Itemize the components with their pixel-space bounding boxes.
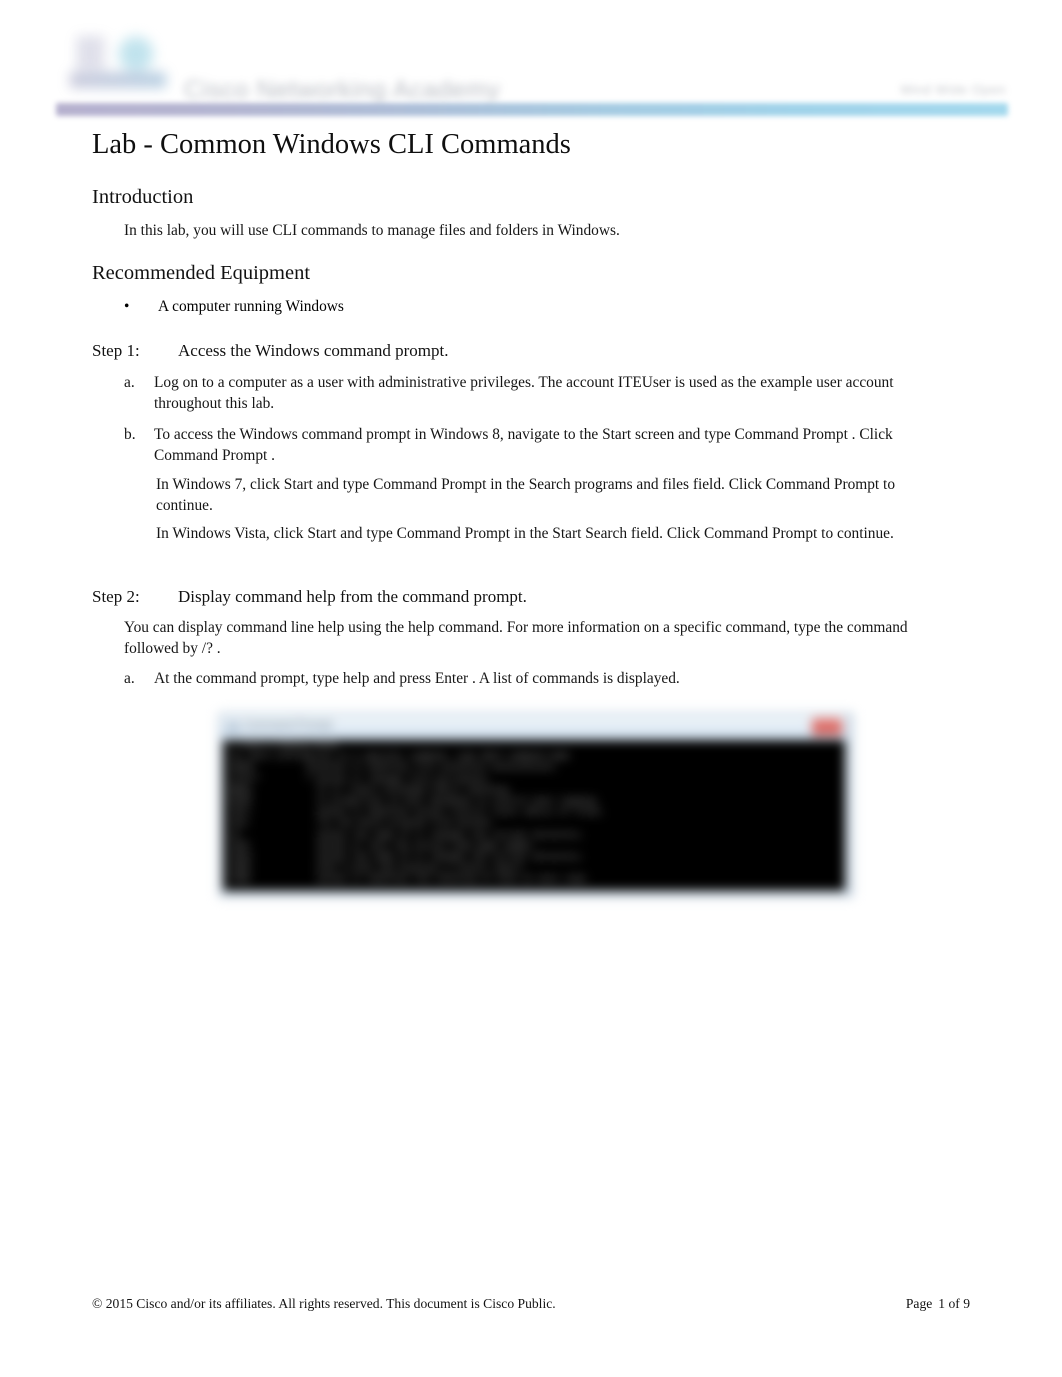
- equipment-item-label: A computer running Windows: [158, 298, 344, 315]
- heading-introduction: Introduction: [92, 186, 194, 208]
- heading-step-1: Step 1: Access the Windows command prompt…: [92, 341, 448, 361]
- footer-copyright: © 2015 Cisco and/or its affiliates. All …: [92, 1296, 556, 1311]
- step-1-label: Step 1:: [92, 341, 140, 360]
- header-gradient-rule: [56, 103, 1008, 116]
- step-2-intro-paragraph: You can display command line help using …: [124, 619, 908, 657]
- introduction-body: In this lab, you will use CLI commands t…: [124, 222, 620, 239]
- step-2-title: Display command help from the command pr…: [178, 587, 527, 606]
- list-item: a. At the command prompt, type help and …: [124, 669, 936, 690]
- console-line: ASSOC Displays or modifies file extensio…: [229, 762, 560, 773]
- window-titlebar[interactable]: Command Prompt: [221, 715, 847, 739]
- cisco-wordmark: [70, 72, 166, 88]
- header-tagline: Mind Wide Open: [900, 82, 1006, 97]
- footer-page-label: Page: [905, 1296, 933, 1311]
- list-marker: a.: [124, 670, 135, 687]
- step-1-windows-vista-paragraph: In Windows Vista, click Start and type C…: [156, 525, 894, 542]
- step-1-item-a-text: Log on to a computer as a user with admi…: [154, 374, 894, 412]
- list-item: • A computer running Windows: [124, 297, 934, 318]
- console-line: For more information on a specific comma…: [229, 751, 570, 762]
- console-occluded-region: [251, 778, 317, 891]
- heading-step-2: Step 2: Display command help from the com…: [92, 587, 527, 607]
- list-marker: b.: [124, 426, 136, 443]
- step-1-title: Access the Windows command prompt.: [178, 341, 449, 360]
- step-2-item-a-text: At the command prompt, type help and pre…: [154, 670, 680, 687]
- footer-page-indicator: Page 1 of 9: [906, 1296, 970, 1312]
- figure-blur-layer: Command Prompt C:\Users\ITEUser>help For…: [212, 706, 860, 902]
- list-item: a. Log on to a computer as a user with a…: [124, 373, 936, 414]
- close-icon[interactable]: [812, 718, 842, 735]
- document-page: Cisco Networking Academy Mind Wide Open …: [0, 0, 1062, 1377]
- console-line: C:\Users\ITEUser>help: [229, 740, 338, 750]
- bullet-glyph: •: [124, 298, 130, 315]
- figure-command-prompt-help-output: Command Prompt C:\Users\ITEUser>help For…: [212, 706, 860, 902]
- cisco-bridge-icon: [78, 36, 104, 70]
- console-output-area[interactable]: C:\Users\ITEUser>help For more informati…: [223, 740, 845, 891]
- step-1-item-b-text: To access the Windows command prompt in …: [154, 426, 893, 464]
- footer-page-number: 1 of 9: [938, 1296, 970, 1311]
- list-marker: a.: [124, 374, 135, 391]
- list-item: b. To access the Windows command prompt …: [124, 425, 936, 466]
- window-title: Command Prompt: [243, 719, 333, 731]
- cisco-networking-academy-logo-icon: [64, 28, 176, 98]
- page-title: Lab - Common Windows CLI Commands: [92, 129, 571, 160]
- heading-recommended-equipment: Recommended Equipment: [92, 262, 311, 284]
- window-system-menu-icon[interactable]: [227, 721, 239, 733]
- networking-academy-globe-icon: [116, 34, 156, 74]
- header-brand-title: Cisco Networking Academy: [184, 76, 501, 104]
- command-prompt-window[interactable]: Command Prompt C:\Users\ITEUser>help For…: [220, 714, 848, 894]
- step-1-windows7-paragraph: In Windows 7, click Start and type Comma…: [156, 476, 896, 514]
- document-header: Cisco Networking Academy Mind Wide Open: [56, 20, 1024, 106]
- step-2-label: Step 2:: [92, 587, 140, 606]
